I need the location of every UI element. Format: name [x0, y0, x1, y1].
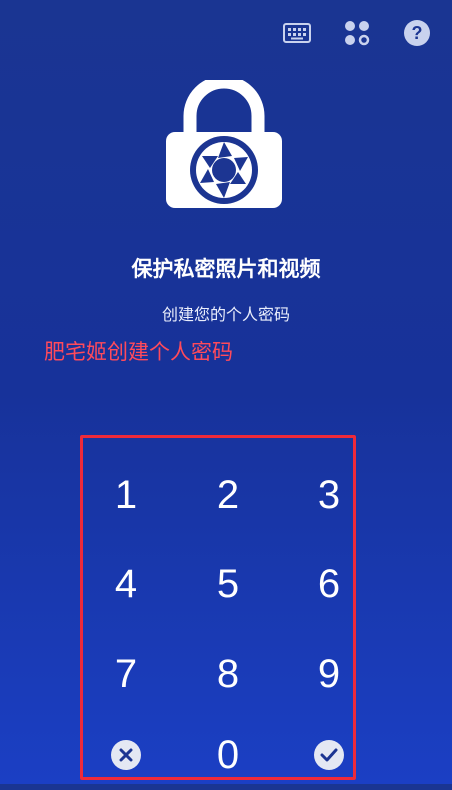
- key-3[interactable]: 3: [294, 460, 364, 530]
- close-circle-icon: [111, 740, 141, 770]
- confirm-button[interactable]: [294, 720, 364, 790]
- page-title: 保护私密照片和视频: [131, 257, 321, 281]
- key-4[interactable]: 4: [91, 549, 161, 619]
- key-6[interactable]: 6: [294, 549, 364, 619]
- lock-camera-icon: [166, 80, 282, 208]
- page-subtitle: 创建您的个人密码: [161, 305, 290, 324]
- annotation-text: 肥宅姬创建个人密码: [44, 340, 233, 364]
- key-5[interactable]: 5: [193, 549, 263, 619]
- check-circle-icon: [314, 740, 344, 770]
- help-icon: ?: [404, 20, 430, 46]
- top-toolbar: ?: [282, 18, 432, 48]
- clear-button[interactable]: [91, 720, 161, 790]
- keyboard-icon: [283, 23, 311, 43]
- shuffle-icon: [345, 21, 370, 46]
- pin-keypad: 1 2 3 4 5 6 7 8 9 0: [80, 435, 356, 780]
- keyboard-button[interactable]: [282, 18, 312, 48]
- svg-text:?: ?: [412, 23, 423, 43]
- help-button[interactable]: ?: [402, 18, 432, 48]
- key-0[interactable]: 0: [193, 720, 263, 790]
- key-1[interactable]: 1: [91, 460, 161, 530]
- key-8[interactable]: 8: [193, 639, 263, 709]
- key-9[interactable]: 9: [294, 639, 364, 709]
- key-2[interactable]: 2: [193, 460, 263, 530]
- shuffle-button[interactable]: [342, 18, 372, 48]
- key-7[interactable]: 7: [91, 639, 161, 709]
